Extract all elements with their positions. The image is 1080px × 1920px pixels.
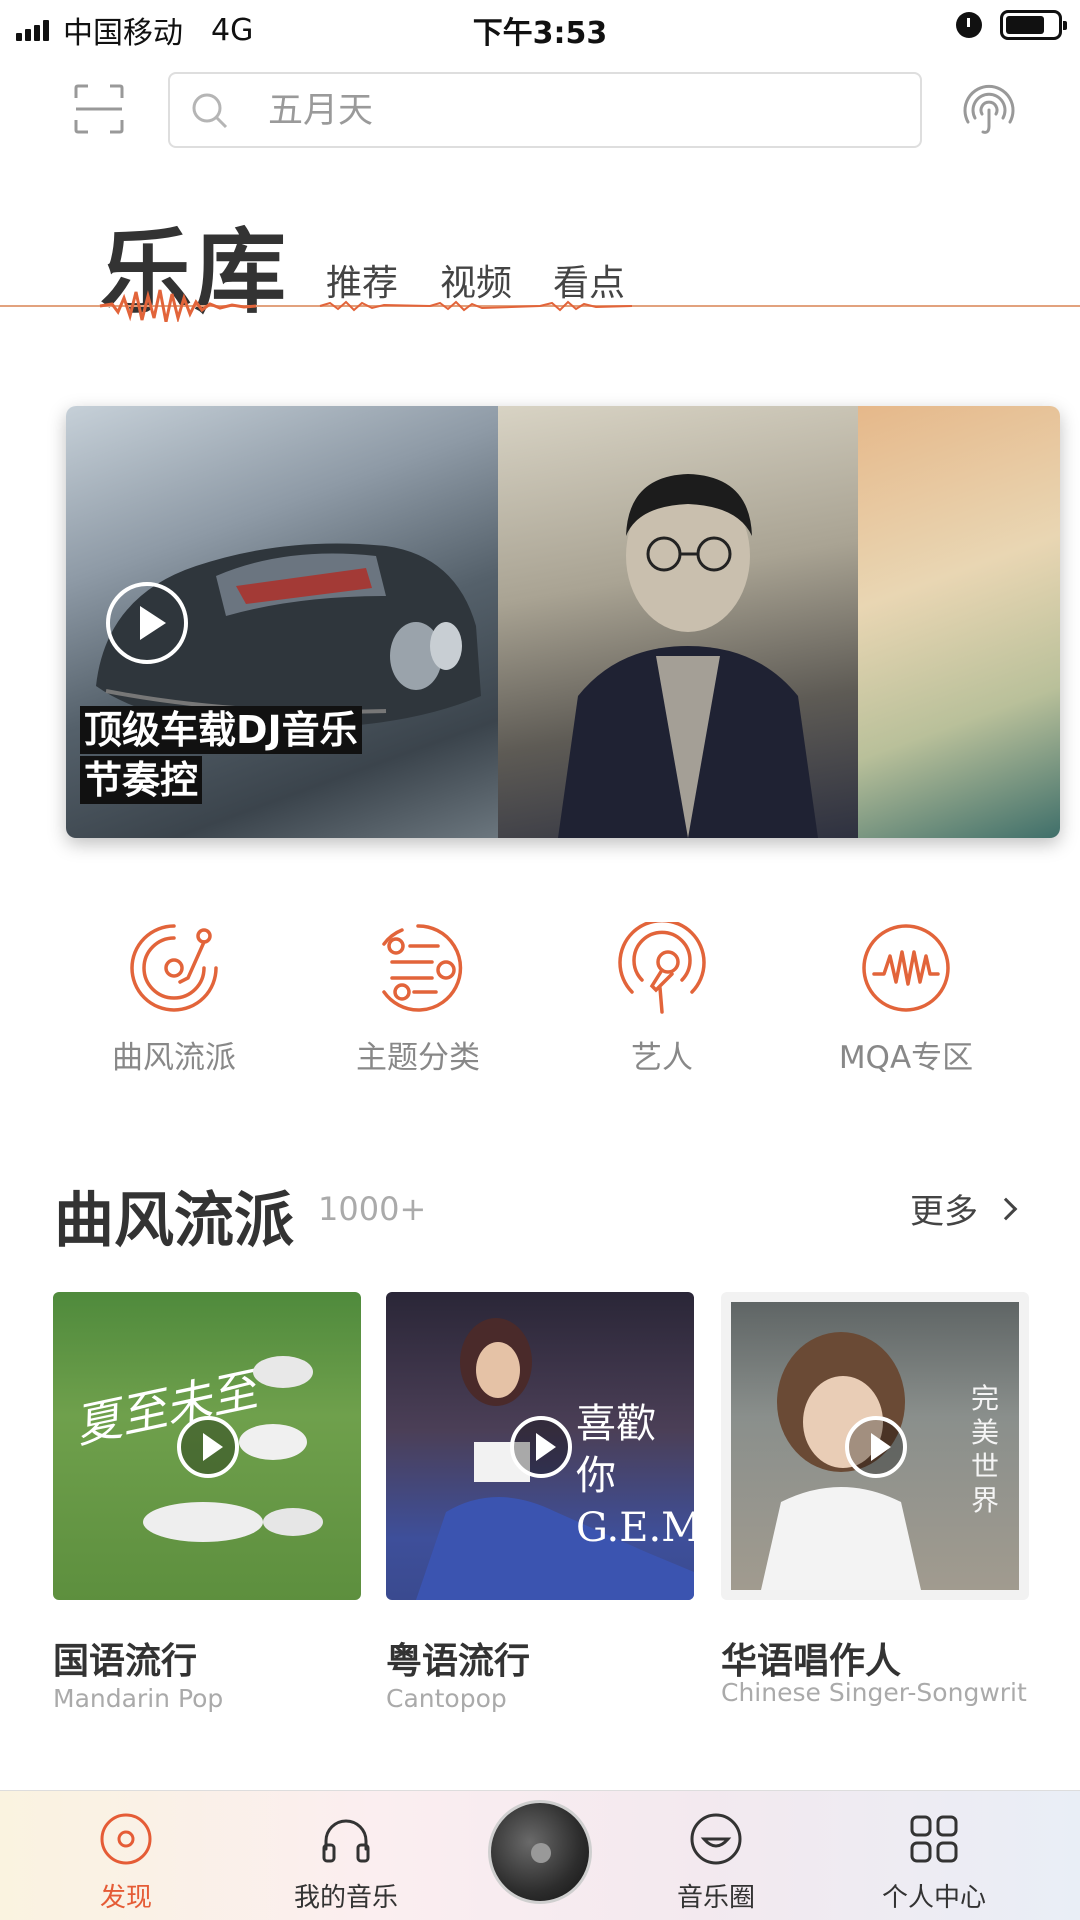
- discover-icon: [100, 1813, 152, 1865]
- nav-music-circle[interactable]: 音乐圈: [626, 1811, 806, 1914]
- search-input[interactable]: [268, 86, 888, 136]
- category-label: 曲风流派: [112, 1040, 236, 1076]
- status-right: [956, 10, 1067, 40]
- banner-caption-line2: 节奏控: [80, 756, 203, 804]
- battery-icon: [1000, 10, 1067, 40]
- album-art-text: 喜歡你 G.E.M.: [576, 1401, 694, 1551]
- smile-icon: [690, 1813, 742, 1865]
- play-icon[interactable]: [177, 1416, 239, 1478]
- album-subtitle: Chinese Singer-Songwrit: [721, 1678, 1027, 1707]
- nav-label: 发现: [99, 1883, 152, 1913]
- category-label: 艺人: [631, 1040, 693, 1076]
- album-title[interactable]: 华语唱作人: [721, 1632, 901, 1684]
- battery-level: [1006, 16, 1044, 34]
- section-count: 1000+: [318, 1190, 427, 1228]
- category-mqa[interactable]: MQA专区: [816, 922, 996, 1077]
- play-icon[interactable]: [510, 1416, 572, 1478]
- vinyl-record-icon: [130, 924, 218, 1012]
- album-subtitle: Cantopop: [386, 1684, 507, 1713]
- category-label: 主题分类: [356, 1040, 480, 1076]
- alarm-icon: [956, 12, 982, 38]
- status-time: 下午3:53: [472, 16, 608, 51]
- nav-label: 个人中心: [881, 1883, 986, 1913]
- play-icon[interactable]: [106, 582, 188, 664]
- category-artist[interactable]: 艺人: [572, 922, 752, 1077]
- more-label: 更多: [910, 1192, 978, 1232]
- album-title[interactable]: 粤语流行: [386, 1632, 530, 1684]
- section-title: 曲风流派: [54, 1186, 294, 1256]
- album-cover-singer-songwriter[interactable]: 完美世界: [721, 1292, 1029, 1600]
- search-icon: [192, 93, 228, 129]
- album-title[interactable]: 国语流行: [53, 1632, 197, 1684]
- waveform-icon: [862, 924, 950, 1012]
- nav-my-music[interactable]: 我的音乐: [256, 1811, 436, 1914]
- now-playing-disc[interactable]: [488, 1800, 592, 1904]
- more-link[interactable]: 更多: [910, 1184, 1018, 1233]
- album-art-text: 完美世界: [971, 1382, 1000, 1517]
- active-tab-wave-indicator: [0, 289, 1080, 322]
- banner-caption-line1: 顶级车载DJ音乐: [80, 706, 362, 754]
- banner-caption: 顶级车载DJ音乐 节奏控: [80, 706, 440, 806]
- artist-portrait: [558, 474, 818, 838]
- topic-list-icon: [382, 924, 463, 1012]
- category-label: MQA专区: [838, 1040, 974, 1076]
- audio-recognition-icon: [963, 84, 1015, 134]
- nav-discover[interactable]: 发现: [36, 1811, 216, 1914]
- play-icon[interactable]: [845, 1416, 907, 1478]
- scan-icon: [74, 84, 124, 134]
- album-cover-mandarin-pop[interactable]: 夏至未至: [53, 1292, 361, 1600]
- chevron-right-icon: [994, 1197, 1018, 1220]
- nav-label: 我的音乐: [293, 1883, 398, 1913]
- listen-recognize-button[interactable]: [958, 80, 1020, 142]
- status-bar: 中国移动 4G 下午3:53: [0, 0, 1080, 56]
- banner-slide-next[interactable]: [858, 406, 1060, 838]
- nav-label: 音乐圈: [676, 1883, 755, 1913]
- scan-button[interactable]: [72, 82, 126, 136]
- banner-slide-artist[interactable]: [498, 406, 858, 838]
- nav-profile[interactable]: 个人中心: [844, 1811, 1024, 1914]
- grid-icon: [910, 1815, 958, 1863]
- album-cover-cantopop[interactable]: 喜歡你 G.E.M.: [386, 1292, 694, 1600]
- search-bar[interactable]: [168, 72, 922, 148]
- banner-carousel[interactable]: 顶级车载DJ音乐 节奏控: [66, 406, 1060, 838]
- category-genre[interactable]: 曲风流派: [84, 922, 264, 1077]
- headphones-icon: [322, 1819, 370, 1863]
- microphone-icon: [618, 922, 706, 1014]
- album-subtitle: Mandarin Pop: [53, 1684, 224, 1713]
- category-topic[interactable]: 主题分类: [328, 922, 508, 1077]
- banner-slide-dj[interactable]: 顶级车载DJ音乐 节奏控: [66, 406, 498, 838]
